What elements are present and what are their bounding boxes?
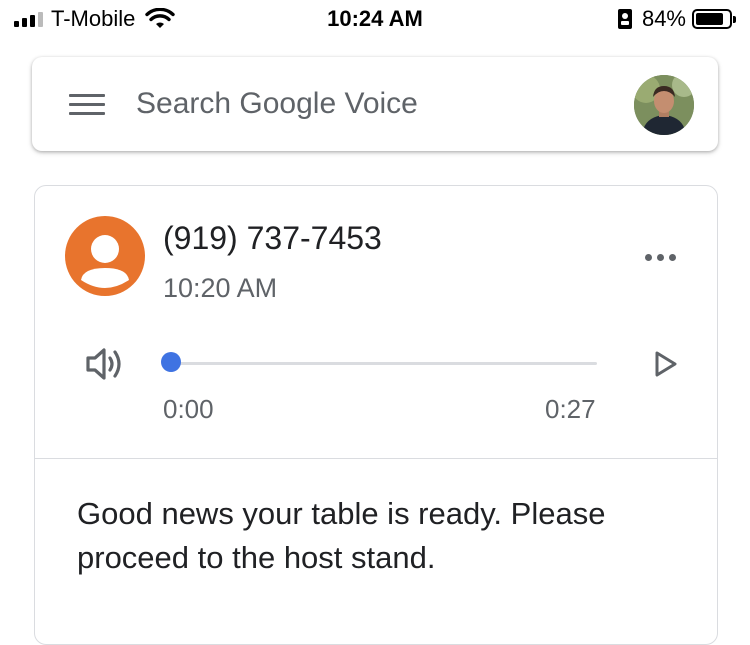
playback-scrubber[interactable] <box>161 352 181 372</box>
orientation-lock-icon <box>617 9 632 29</box>
voicemail-card: (919) 737-7453 10:20 AM 0:00 0:27 Good n… <box>34 185 718 645</box>
speaker-icon[interactable] <box>85 346 125 382</box>
account-avatar[interactable] <box>634 75 694 135</box>
status-right: 84% <box>617 6 736 32</box>
playback-track[interactable] <box>171 362 597 365</box>
play-icon[interactable] <box>653 350 679 378</box>
profile-photo <box>634 75 694 135</box>
playback-current-time: 0:00 <box>163 394 214 424</box>
person-icon <box>81 235 129 288</box>
contact-avatar <box>65 216 145 296</box>
voicemail-transcript: Good news your table is ready. Please pr… <box>77 496 606 575</box>
search-bar[interactable]: Search Google Voice <box>32 57 718 151</box>
voicemail-time: 10:20 AM <box>163 273 278 303</box>
playback-duration: 0:27 <box>545 394 596 424</box>
hamburger-menu-icon[interactable] <box>69 94 105 116</box>
battery-percent: 84% <box>641 6 686 31</box>
search-input[interactable]: Search Google Voice <box>136 87 418 121</box>
battery-fill <box>696 13 723 25</box>
caller-number: (919) 737-7453 <box>163 220 382 256</box>
status-bar: T-Mobile 10:24 AM 84% <box>0 0 750 40</box>
divider <box>35 458 717 459</box>
more-options-icon[interactable] <box>645 254 679 264</box>
battery-icon <box>692 9 736 29</box>
